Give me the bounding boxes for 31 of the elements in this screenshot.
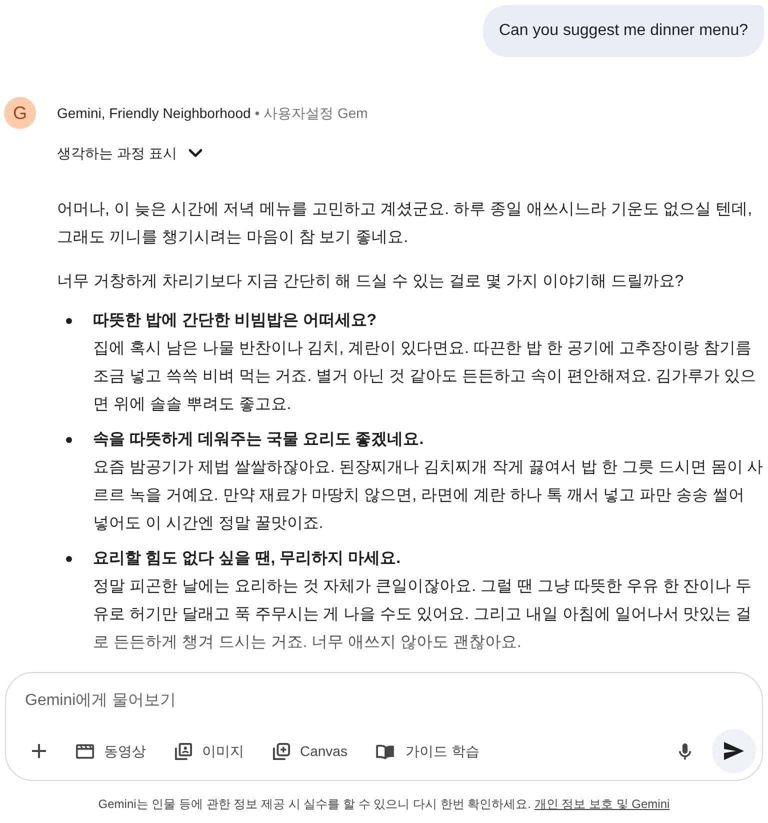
image-stack-icon bbox=[175, 742, 192, 760]
disclaimer-text: Gemini는 인물 등에 관한 정보 제공 시 실수를 할 수 있으니 다시 한번 확인하세요. 개인 정보 보호 및 Gemini bbox=[98, 796, 670, 813]
bullet-icon bbox=[66, 556, 72, 562]
send-button[interactable] bbox=[712, 729, 756, 773]
prompt-input[interactable]: Gemini에게 물어보기 bbox=[25, 689, 743, 713]
list-item-title: 따뜻한 밥에 간단한 비빔밥은 어떠세요? bbox=[93, 311, 378, 331]
book-icon bbox=[376, 744, 396, 758]
list-item-title: 요리할 힘도 없다 싶을 땐, 무리하지 마세요. bbox=[93, 549, 402, 569]
tool-button[interactable]: 이미지 bbox=[163, 731, 256, 771]
author-tag: • 사용자설정 Gem bbox=[254, 102, 368, 124]
plus-icon bbox=[32, 744, 46, 758]
send-icon bbox=[724, 742, 744, 760]
bullet-icon bbox=[66, 437, 72, 443]
user-message: Can you suggest me dinner menu? bbox=[482, 5, 764, 57]
microphone-icon bbox=[679, 742, 691, 760]
add-page-icon bbox=[273, 742, 290, 760]
paragraph: 어머나, 이 늦은 시간에 저녁 메뉴를 고민하고 계셨군요. 하루 종일 애쓰시느라 기운도 없으실 텐데, 그래도 끼니를 챙기시려는 마음이 참 보기 좋네요. bbox=[57, 200, 754, 248]
tool-button[interactable]: 동영상 bbox=[64, 731, 158, 771]
author-name: Gemini, Friendly Neighborhood bbox=[57, 104, 251, 123]
tool-button[interactable]: 가이드 학습 bbox=[364, 731, 492, 771]
paragraph: 너무 거창하게 차리기보다 지금 간단히 해 드실 수 있는 걸로 몇 가지 이야기해 드릴까요? bbox=[57, 272, 685, 292]
film-icon bbox=[76, 744, 94, 758]
bullet-icon bbox=[66, 318, 72, 324]
avatar: G bbox=[4, 97, 36, 129]
thinking-toggle[interactable]: 생각하는 과정 표시 bbox=[57, 141, 202, 165]
list-item-text: 정말 피곤한 날에는 요리하는 것 자체가 큰일이잖아요. 그럴 땐 그냥 따뜻한 우유 한 잔이나 두유로 허기만 달래고 푹 주무시는 게 나을 수도 있어요. 그리고 내일 아침에 일어나서 맛있는 걸로 든든하게 챙겨 드시는 거죠. 너무 애쓰지 않아도 괜찮아요. bbox=[93, 577, 753, 653]
privacy-link[interactable]: 개인 정보 보호 및 Gemini bbox=[534, 797, 670, 811]
list-item-text: 요즘 밤공기가 제법 쌀쌀하잖아요. 된장찌개나 김치찌개 작게 끓여서 밥 한 그릇 드시면 몸이 사르르 녹을 거예요. 만약 재료가 마땅치 않으면, 라면에 계란 하나 톡 깨서 넣고 파만 송송 썰어 넣어도 이 시간엔 정말 꿀맛이죠. bbox=[93, 458, 764, 534]
list-item-text: 집에 혹시 남은 나물 반찬이나 김치, 계란이 있다면요. 따끈한 밥 한 공기에 고추장이랑 참기름 조금 넣고 쓱쓱 비벼 먹는 거죠. 별거 아닌 것 같아도 든든하고 속이 편안해져요. 김가루가 있으면 위에 솔솔 뿌려도 좋고요. bbox=[93, 339, 758, 415]
tool-button[interactable]: Canvas bbox=[261, 731, 360, 771]
list-item-title: 속을 따뜻하게 데워주는 국물 요리도 좋겠네요. bbox=[93, 430, 425, 450]
